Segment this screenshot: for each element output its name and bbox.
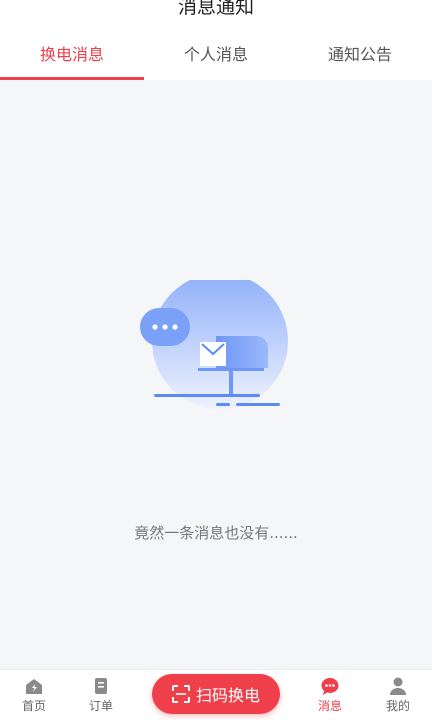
bottom-nav: 首页 订单 扫码换电 消息 我的	[0, 669, 432, 720]
nav-home[interactable]: 首页	[9, 676, 59, 714]
scan-swap-label: 扫码换电	[195, 686, 260, 705]
header: 消息通知 换电消息 个人消息 通知公告	[0, 0, 432, 80]
profile-icon	[390, 677, 406, 695]
tab-personal-messages[interactable]: 个人消息	[144, 30, 288, 80]
nav-orders-label: 订单	[88, 699, 113, 713]
home-icon	[26, 679, 42, 694]
tab-label: 换电消息	[39, 45, 104, 64]
nav-orders[interactable]: 订单	[76, 676, 126, 714]
tab-announcements[interactable]: 通知公告	[288, 30, 432, 80]
nav-messages[interactable]: 消息	[305, 676, 355, 714]
message-icon	[321, 678, 339, 695]
scan-swap-button[interactable]: 扫码换电	[152, 674, 280, 714]
scan-icon	[171, 685, 190, 703]
tab-label: 个人消息	[183, 45, 248, 64]
nav-profile-label: 我的	[385, 699, 410, 713]
empty-mailbox-illustration	[140, 280, 288, 409]
tab-label: 通知公告	[327, 45, 392, 64]
tab-bar: 换电消息 个人消息 通知公告	[0, 30, 432, 80]
nav-home-label: 首页	[21, 699, 46, 713]
tab-swap-messages[interactable]: 换电消息	[0, 30, 144, 80]
nav-profile[interactable]: 我的	[373, 676, 423, 714]
empty-message: 竟然一条消息也没有......	[134, 524, 298, 542]
nav-messages-label: 消息	[317, 699, 342, 713]
empty-state: 竟然一条消息也没有......	[0, 80, 432, 670]
page-title: 消息通知	[177, 0, 254, 18]
order-icon	[95, 678, 107, 694]
